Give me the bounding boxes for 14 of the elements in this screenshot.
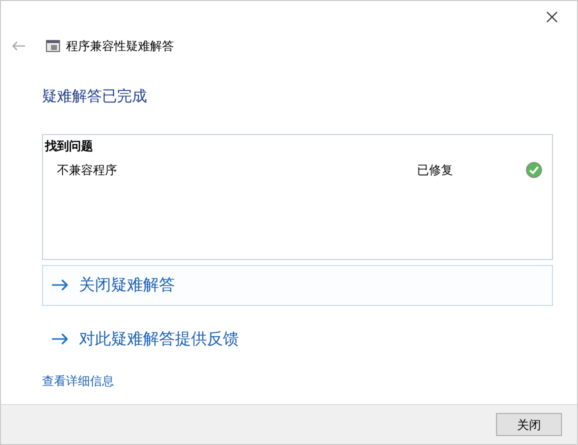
page-heading: 疑难解答已完成: [42, 86, 148, 107]
close-button[interactable]: 关闭: [496, 413, 562, 436]
arrow-icon: [51, 333, 69, 345]
back-arrow-icon: [12, 41, 26, 51]
panel-title: 找到问题: [45, 138, 94, 154]
link-button[interactable]: 对此疑难解答提供反馈: [42, 318, 553, 360]
problem-name: 不兼容程序: [57, 162, 118, 178]
problem-status: 已修复: [417, 162, 454, 178]
window-title: 程序兼容性疑难解答: [66, 38, 174, 55]
close-icon: [546, 11, 558, 23]
details-link[interactable]: 查看详细信息: [42, 372, 114, 390]
link-button[interactable]: 关闭疑难解答: [42, 264, 553, 306]
program-window-icon: [46, 40, 60, 52]
arrow-icon: [51, 279, 69, 291]
